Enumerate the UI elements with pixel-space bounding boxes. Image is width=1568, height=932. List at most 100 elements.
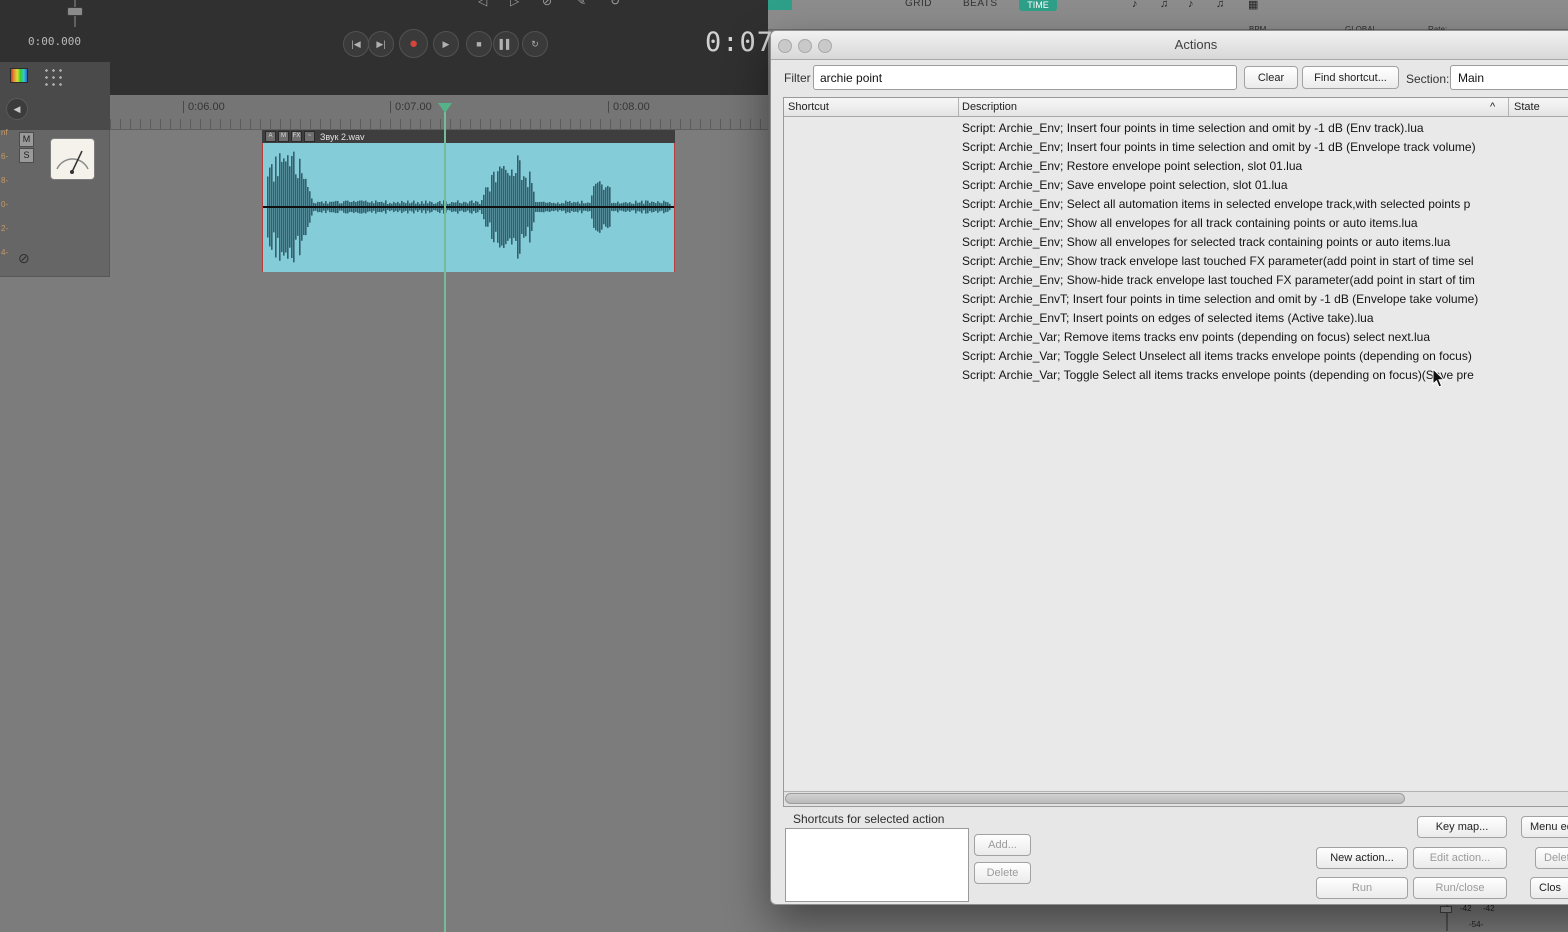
edit-action-button[interactable]: Edit action... xyxy=(1413,847,1507,869)
actions-window: Actions Filter Clear Find shortcut... Se… xyxy=(770,30,1568,905)
play-button[interactable]: ▶ xyxy=(433,31,459,57)
db-scale-label: 6- xyxy=(1,152,9,161)
clear-button[interactable]: Clear xyxy=(1244,66,1298,89)
item-fx-icon[interactable]: FX xyxy=(291,131,302,142)
filter-label: Filter xyxy=(784,71,811,85)
action-row[interactable]: Script: Archie_Env; Insert four points i… xyxy=(784,119,1568,138)
volume-envelope-line[interactable] xyxy=(263,206,674,208)
db-scale-label: nf xyxy=(1,128,8,137)
new-action-button[interactable]: New action... xyxy=(1316,847,1408,869)
action-row[interactable]: Script: Archie_EnvT; Insert points on ed… xyxy=(784,309,1568,328)
action-row[interactable]: Script: Archie_Var; Toggle Select all it… xyxy=(784,366,1568,385)
action-row[interactable]: Script: Archie_Env; Save envelope point … xyxy=(784,176,1568,195)
action-row[interactable]: Script: Archie_Var; Toggle Select Unsele… xyxy=(784,347,1568,366)
horizontal-scrollbar[interactable] xyxy=(784,791,1568,806)
action-row[interactable]: Script: Archie_Env; Show all envelopes f… xyxy=(784,233,1568,252)
note-toolbar-icon[interactable]: ♫ xyxy=(1160,0,1168,10)
mute-button[interactable]: M xyxy=(19,132,34,147)
toolbar-partial-icon[interactable]: ↻ xyxy=(610,0,620,8)
meter-value: -54- xyxy=(1469,920,1484,929)
column-shortcut[interactable]: Shortcut xyxy=(788,101,829,113)
beats-button[interactable]: BEATS xyxy=(963,0,998,9)
action-row[interactable]: Script: Archie_Env; Show-hide track enve… xyxy=(784,271,1568,290)
grid-button[interactable]: GRID xyxy=(905,0,932,9)
section-select[interactable]: Main xyxy=(1450,65,1568,90)
menu-editor-button[interactable]: Menu ed xyxy=(1521,816,1568,838)
close-button[interactable]: Clos xyxy=(1530,877,1568,899)
ruler-ticks xyxy=(110,119,768,129)
toolbar-partial-icon[interactable]: ▷ xyxy=(510,0,519,8)
section-label: Section: xyxy=(1406,72,1450,86)
left-icon-panel: ◀ xyxy=(0,62,110,130)
find-shortcut-button[interactable]: Find shortcut... xyxy=(1302,66,1399,89)
item-button-strip: A M FX ~ xyxy=(265,131,315,142)
ruler-time-label: 0:08.00 xyxy=(608,101,650,113)
ruler-time-label: 0:07.00 xyxy=(390,101,432,113)
action-row[interactable]: Script: Archie_Env; Insert four points i… xyxy=(784,138,1568,157)
add-shortcut-button[interactable]: Add... xyxy=(974,834,1031,856)
toolbar-partial-icon[interactable]: ◁ xyxy=(478,0,487,8)
action-table-header: Shortcut Description ^ State xyxy=(784,98,1568,117)
top-toolbar: GRID BEATS TIME BPM GLOBAL Rate: ♪♫♪♫▦ xyxy=(768,0,1568,34)
mini-fader-knob[interactable] xyxy=(67,7,83,16)
bypass-icon[interactable]: ⊘ xyxy=(18,250,30,267)
window-title: Actions xyxy=(1174,37,1218,52)
solo-button[interactable]: S xyxy=(19,148,34,163)
record-button[interactable]: ● xyxy=(399,29,428,58)
stop-button[interactable]: ■ xyxy=(466,31,492,57)
shortcuts-section-label: Shortcuts for selected action xyxy=(793,812,945,826)
column-divider[interactable] xyxy=(958,98,959,116)
item-~-icon[interactable]: ~ xyxy=(304,131,315,142)
note-toolbar-icon[interactable]: ♪ xyxy=(1188,0,1194,10)
mouse-cursor xyxy=(1432,367,1446,394)
ruler-time-label: 0:06.00 xyxy=(183,101,225,113)
filter-input[interactable] xyxy=(813,65,1237,90)
toolbar-partial-icon[interactable]: ✎ xyxy=(576,0,586,8)
project-timecode[interactable]: 0:00.000 xyxy=(28,35,81,48)
column-divider[interactable] xyxy=(1508,98,1509,116)
column-state[interactable]: State xyxy=(1514,101,1540,113)
go-to-end-button[interactable]: ▶| xyxy=(368,31,394,57)
action-row[interactable]: Script: Archie_Var; Remove items tracks … xyxy=(784,328,1568,347)
shortcut-listbox[interactable] xyxy=(785,828,969,902)
note-toolbar-icon[interactable]: ▦ xyxy=(1248,0,1258,11)
sort-indicator-icon: ^ xyxy=(1490,101,1496,113)
track-control-panel[interactable]: M S ⊘ xyxy=(0,130,110,277)
media-item-label: Звук 2.wav xyxy=(320,131,365,142)
toolbar-accent-block xyxy=(768,0,792,10)
note-toolbar-icon[interactable]: ♫ xyxy=(1216,0,1224,10)
pause-button[interactable]: ▌▌ xyxy=(493,31,519,57)
action-row[interactable]: Script: Archie_EnvT; Insert four points … xyxy=(784,290,1568,309)
note-toolbar-icon[interactable]: ♪ xyxy=(1132,0,1138,10)
edit-cursor-line xyxy=(444,112,446,932)
theme-color-icon[interactable] xyxy=(10,68,28,83)
action-row[interactable]: Script: Archie_Env; Show track envelope … xyxy=(784,252,1568,271)
db-scale-label: 2- xyxy=(1,224,9,233)
horizontal-scrollbar-thumb[interactable] xyxy=(785,793,1405,804)
media-item-header[interactable]: A M FX ~ Звук 2.wav xyxy=(262,130,675,143)
item-m-icon[interactable]: M xyxy=(278,131,289,142)
vu-meter xyxy=(50,138,95,180)
db-scale-label: 8- xyxy=(1,176,9,185)
run-close-button[interactable]: Run/close xyxy=(1413,877,1507,899)
delete-shortcut-button[interactable]: Delete xyxy=(974,862,1031,884)
action-row[interactable]: Script: Archie_Env; Show all envelopes f… xyxy=(784,214,1568,233)
key-map-button[interactable]: Key map... xyxy=(1417,816,1507,838)
column-description[interactable]: Description xyxy=(962,101,1017,113)
run-button[interactable]: Run xyxy=(1316,877,1408,899)
go-to-start-button[interactable]: |◀ xyxy=(343,31,369,57)
action-row[interactable]: Script: Archie_Env; Restore envelope poi… xyxy=(784,157,1568,176)
item-a-icon[interactable]: A xyxy=(265,131,276,142)
time-button[interactable]: TIME xyxy=(1019,0,1057,11)
delete-action-button[interactable]: Delet xyxy=(1535,847,1568,869)
master-fader-knob[interactable] xyxy=(1440,906,1452,913)
window-titlebar[interactable]: Actions xyxy=(771,31,1568,60)
toolbar-partial-icon[interactable]: ⊘ xyxy=(542,0,552,8)
repeat-button[interactable]: ↻ xyxy=(522,31,548,57)
media-item[interactable] xyxy=(262,143,675,272)
grid-dots-icon[interactable] xyxy=(42,66,62,86)
db-scale-label: 4- xyxy=(1,248,9,257)
collapse-arrow-icon[interactable]: ◀ xyxy=(6,98,28,120)
action-table: Shortcut Description ^ State Script: Arc… xyxy=(783,97,1568,807)
action-row[interactable]: Script: Archie_Env; Select all automatio… xyxy=(784,195,1568,214)
